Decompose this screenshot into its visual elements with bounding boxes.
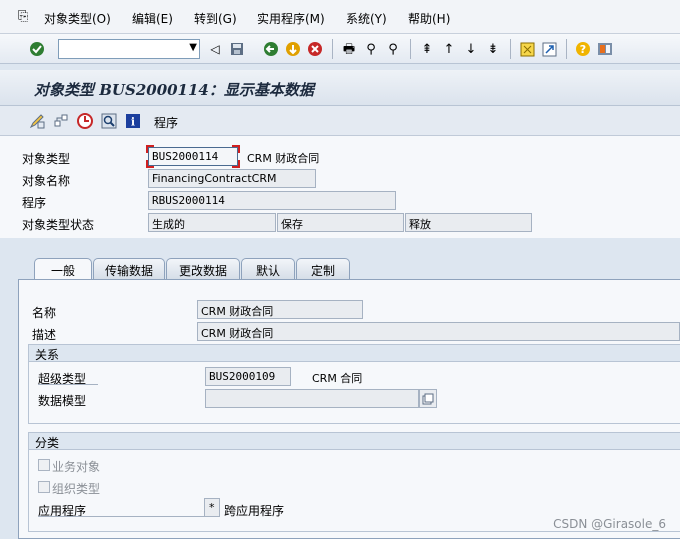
object-type-description: CRM 财政合同: [247, 152, 320, 165]
program-field[interactable]: RBUS2000114: [148, 191, 396, 210]
menu-icon[interactable]: ⎘: [18, 9, 28, 24]
find-next-icon[interactable]: ⚲: [384, 40, 402, 58]
print-icon[interactable]: 🖶: [340, 40, 358, 58]
shortcut-icon[interactable]: [540, 40, 558, 58]
info-icon[interactable]: i: [124, 112, 142, 130]
page-title: 对象类型 BUS2000114：显示基本数据: [34, 81, 314, 99]
supertype-description: CRM 合同: [312, 372, 363, 385]
program-label: 程序: [22, 196, 47, 210]
object-name-field[interactable]: FinancingContractCRM: [148, 169, 316, 188]
application-toolbar: i 程序: [0, 106, 680, 136]
status-saved-field[interactable]: 保存: [277, 213, 404, 232]
toolbar-separator: [410, 39, 411, 59]
application-label-underline: [38, 516, 204, 517]
data-model-field[interactable]: [205, 389, 419, 408]
toolbar-separator: [332, 39, 333, 59]
find-icon[interactable]: ⚲: [362, 40, 380, 58]
chevron-down-icon[interactable]: ▼: [189, 42, 197, 53]
hierarchy-icon[interactable]: [52, 112, 70, 130]
data-model-label: 数据模型: [38, 394, 87, 408]
business-object-label: 业务对象: [52, 460, 101, 474]
focus-marker: [232, 145, 240, 153]
program-button[interactable]: 程序: [154, 114, 178, 131]
tab-transport-data[interactable]: 传输数据: [93, 258, 165, 279]
title-bar: 对象类型 BUS2000114：显示基本数据: [0, 70, 680, 106]
search-icon[interactable]: [100, 112, 118, 130]
menu-utilities[interactable]: 实用程序(M): [257, 10, 325, 27]
supertype-label-underline: [38, 384, 98, 385]
menu-edit[interactable]: 编辑(E): [132, 10, 173, 27]
object-type-field[interactable]: BUS2000114: [148, 147, 238, 166]
business-object-checkbox[interactable]: [38, 459, 50, 471]
back-arrow-icon[interactable]: ◁: [206, 40, 224, 58]
object-type-label: 对象类型: [22, 152, 71, 166]
cancel-icon[interactable]: [306, 40, 324, 58]
application-field[interactable]: *: [204, 498, 220, 517]
back-icon[interactable]: [262, 40, 280, 58]
menu-system[interactable]: 系统(Y): [346, 10, 387, 27]
layout-menu-icon[interactable]: [596, 40, 614, 58]
menu-goto[interactable]: 转到(G): [194, 10, 237, 27]
toolbar-separator: [566, 39, 567, 59]
supertype-field[interactable]: BUS2000109: [205, 367, 291, 386]
object-name-label: 对象名称: [22, 174, 71, 188]
status-released-field[interactable]: 释放: [405, 213, 532, 232]
description-label: 描述: [32, 328, 57, 342]
display-change-icon[interactable]: [28, 112, 46, 130]
help-icon[interactable]: ?: [574, 40, 592, 58]
focus-marker: [232, 160, 240, 168]
relations-group-title: 关系: [29, 345, 680, 362]
tab-default[interactable]: 默认: [241, 258, 295, 279]
focus-marker: [146, 160, 154, 168]
name-field[interactable]: CRM 财政合同: [197, 300, 363, 319]
object-type-status-label: 对象类型状态: [22, 218, 95, 232]
standard-toolbar: ▼ ◁ 🖶 ⚲ ⚲ ⇞ ↑ ↓ ⇟ ?: [0, 34, 680, 64]
status-generated-field[interactable]: 生成的: [148, 213, 276, 232]
org-type-label: 组织类型: [52, 482, 101, 496]
classification-group-title: 分类: [29, 433, 680, 450]
description-field[interactable]: CRM 财政合同: [197, 322, 680, 341]
tab-general[interactable]: 一般: [34, 258, 92, 280]
command-field[interactable]: ▼: [58, 39, 200, 59]
svg-text:i: i: [131, 116, 135, 129]
toolbar-separator: [510, 39, 511, 59]
exit-icon[interactable]: [284, 40, 302, 58]
name-label: 名称: [32, 306, 57, 320]
focus-marker: [146, 145, 154, 153]
next-page-icon[interactable]: ↓: [462, 40, 480, 58]
tab-customizing[interactable]: 定制: [296, 258, 350, 279]
first-page-icon[interactable]: ⇞: [418, 40, 436, 58]
watermark: CSDN @Girasole_6: [553, 517, 666, 531]
new-session-icon[interactable]: [518, 40, 536, 58]
test-icon[interactable]: [76, 112, 94, 130]
save-icon[interactable]: [228, 40, 246, 58]
application-description: 跨应用程序: [224, 504, 285, 518]
menu-bar: ⎘ 对象类型(O) 编辑(E) 转到(G) 实用程序(M) 系统(Y) 帮助(H…: [0, 0, 680, 34]
last-page-icon[interactable]: ⇟: [484, 40, 502, 58]
previous-page-icon[interactable]: ↑: [440, 40, 458, 58]
value-help-button[interactable]: [419, 389, 437, 408]
value-help-icon: [422, 393, 434, 404]
enter-checkmark-icon[interactable]: [28, 40, 46, 58]
menu-help[interactable]: 帮助(H): [408, 10, 450, 27]
org-type-checkbox[interactable]: [38, 481, 50, 493]
svg-text:?: ?: [580, 43, 586, 56]
tab-change-data[interactable]: 更改数据: [166, 258, 240, 279]
menu-object-type[interactable]: 对象类型(O): [44, 10, 111, 27]
